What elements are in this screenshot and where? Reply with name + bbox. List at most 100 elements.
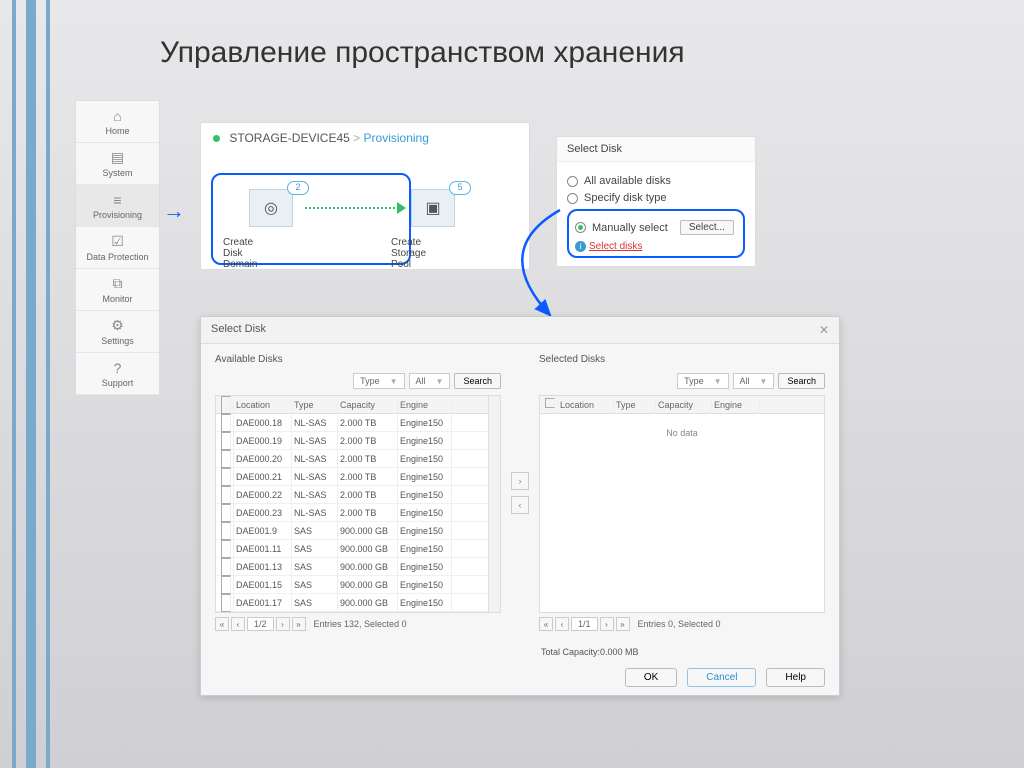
sidebar-item-data-protection[interactable]: ☑ Data Protection <box>76 227 159 269</box>
sidebar-label: System <box>102 168 132 178</box>
page-prev[interactable]: ‹ <box>231 617 245 631</box>
row-checkbox[interactable] <box>221 486 231 504</box>
breadcrumb: STORAGE-DEVICE45 > Provisioning <box>201 123 529 153</box>
sidebar-icon: ⚙ <box>111 317 124 334</box>
row-checkbox[interactable] <box>221 468 231 486</box>
dialog-title: Select Disk <box>211 323 266 337</box>
search-button[interactable]: Search <box>778 373 825 389</box>
connector-line <box>305 207 399 209</box>
table-row[interactable]: DAE001.17SAS900.000 GBEngine150 <box>216 594 488 612</box>
sidebar-icon: ▤ <box>111 149 124 166</box>
page-next[interactable]: › <box>600 617 614 631</box>
total-capacity: Total Capacity:0.000 MB <box>541 647 639 657</box>
radio-label: All available disks <box>584 175 671 187</box>
move-right-button[interactable]: › <box>511 472 529 490</box>
sidebar-label: Support <box>102 378 134 388</box>
card-label-storage-pool: Create Storage Pool <box>391 237 426 270</box>
table-header: Location Type Capacity Engine <box>216 396 488 414</box>
page-prev[interactable]: ‹ <box>555 617 569 631</box>
page-first[interactable]: « <box>539 617 553 631</box>
arrow-icon: → <box>163 198 185 224</box>
storage-pool-icon[interactable]: ▣ <box>411 189 455 227</box>
card-label-disk-domain: Create Disk Domain <box>223 237 257 270</box>
sidebar-item-monitor[interactable]: ⧉ Monitor <box>76 269 159 311</box>
row-checkbox[interactable] <box>221 540 231 558</box>
breadcrumb-page[interactable]: Provisioning <box>364 131 429 145</box>
slide-title: Управление пространством хранения <box>160 36 685 70</box>
page-select[interactable]: 1/2 <box>247 617 274 631</box>
table-row[interactable]: DAE001.9SAS900.000 GBEngine150 <box>216 522 488 540</box>
select-all-checkbox[interactable] <box>545 398 555 408</box>
table-row[interactable]: DAE000.21NL-SAS2.000 TBEngine150 <box>216 468 488 486</box>
move-left-button[interactable]: ‹ <box>511 496 529 514</box>
sidebar-label: Provisioning <box>93 210 142 220</box>
pager-status: Entries 132, Selected 0 <box>314 619 407 629</box>
pane-title: Selected Disks <box>539 354 825 365</box>
pane-title: Available Disks <box>215 354 501 365</box>
status-dot-icon <box>213 135 220 142</box>
sidebar-icon: ⌂ <box>113 108 121 124</box>
panel-title: Select Disk <box>557 137 755 162</box>
page-last[interactable]: » <box>292 617 306 631</box>
table-row[interactable]: DAE001.13SAS900.000 GBEngine150 <box>216 558 488 576</box>
connector-arrow-icon <box>470 200 650 330</box>
cancel-button[interactable]: Cancel <box>687 668 756 687</box>
available-disks-pane: Available Disks Type▼ All▼ Search Locati… <box>215 354 501 631</box>
disk-domain-icon[interactable]: ◎ <box>249 189 293 227</box>
badge-count: 2 <box>287 181 309 195</box>
table-row[interactable]: DAE000.20NL-SAS2.000 TBEngine150 <box>216 450 488 468</box>
sidebar: ⌂ Home ▤ System ≡ Provisioning ☑ Data Protectio… <box>75 100 160 396</box>
sidebar-item-system[interactable]: ▤ System <box>76 143 159 185</box>
no-data-text: No data <box>540 414 824 452</box>
pager-status: Entries 0, Selected 0 <box>638 619 721 629</box>
scrollbar[interactable] <box>488 396 500 612</box>
select-disk-dialog: Select Disk ✕ Available Disks Type▼ All▼… <box>200 316 840 696</box>
search-button[interactable]: Search <box>454 373 501 389</box>
sidebar-icon: ☑ <box>111 233 124 250</box>
row-checkbox[interactable] <box>221 522 231 540</box>
sidebar-item-support[interactable]: ? Support <box>76 353 159 395</box>
arrow-tip-icon <box>397 202 406 214</box>
page-next[interactable]: › <box>276 617 290 631</box>
row-checkbox[interactable] <box>221 594 231 612</box>
table-row[interactable]: DAE001.11SAS900.000 GBEngine150 <box>216 540 488 558</box>
row-checkbox[interactable] <box>221 432 231 450</box>
select-button[interactable]: Select... <box>680 220 734 235</box>
filter-select[interactable]: All▼ <box>409 373 451 389</box>
table-row[interactable]: DAE000.19NL-SAS2.000 TBEngine150 <box>216 432 488 450</box>
table-header: Location Type Capacity Engine <box>540 396 824 414</box>
type-select[interactable]: Type▼ <box>353 373 404 389</box>
select-all-checkbox[interactable] <box>221 396 231 414</box>
badge-count: 5 <box>449 181 471 195</box>
sidebar-icon: ≡ <box>113 192 121 208</box>
sidebar-label: Monitor <box>102 294 132 304</box>
radio-all-disks[interactable]: All available disks <box>567 175 745 187</box>
device-name: STORAGE-DEVICE45 <box>229 131 349 145</box>
row-checkbox[interactable] <box>221 504 231 522</box>
sidebar-icon: ⧉ <box>113 275 123 292</box>
page-select[interactable]: 1/1 <box>571 617 598 631</box>
row-checkbox[interactable] <box>221 558 231 576</box>
table-row[interactable]: DAE000.18NL-SAS2.000 TBEngine150 <box>216 414 488 432</box>
page-first[interactable]: « <box>215 617 229 631</box>
sidebar-item-home[interactable]: ⌂ Home <box>76 101 159 143</box>
sidebar-label: Data Protection <box>86 252 148 262</box>
row-checkbox[interactable] <box>221 576 231 594</box>
ok-button[interactable]: OK <box>625 668 677 687</box>
page-last[interactable]: » <box>616 617 630 631</box>
sidebar-item-provisioning[interactable]: ≡ Provisioning <box>76 185 159 227</box>
close-icon[interactable]: ✕ <box>819 323 829 337</box>
help-button[interactable]: Help <box>766 668 825 687</box>
table-row[interactable]: DAE001.15SAS900.000 GBEngine150 <box>216 576 488 594</box>
sidebar-icon: ? <box>114 360 122 376</box>
row-checkbox[interactable] <box>221 414 231 432</box>
sidebar-item-settings[interactable]: ⚙ Settings <box>76 311 159 353</box>
sidebar-label: Home <box>105 126 129 136</box>
row-checkbox[interactable] <box>221 450 231 468</box>
selected-disks-pane: Selected Disks Type▼ All▼ Search Locatio… <box>539 354 825 631</box>
type-select[interactable]: Type▼ <box>677 373 728 389</box>
sidebar-label: Settings <box>101 336 134 346</box>
filter-select[interactable]: All▼ <box>733 373 775 389</box>
table-row[interactable]: DAE000.22NL-SAS2.000 TBEngine150 <box>216 486 488 504</box>
table-row[interactable]: DAE000.23NL-SAS2.000 TBEngine150 <box>216 504 488 522</box>
